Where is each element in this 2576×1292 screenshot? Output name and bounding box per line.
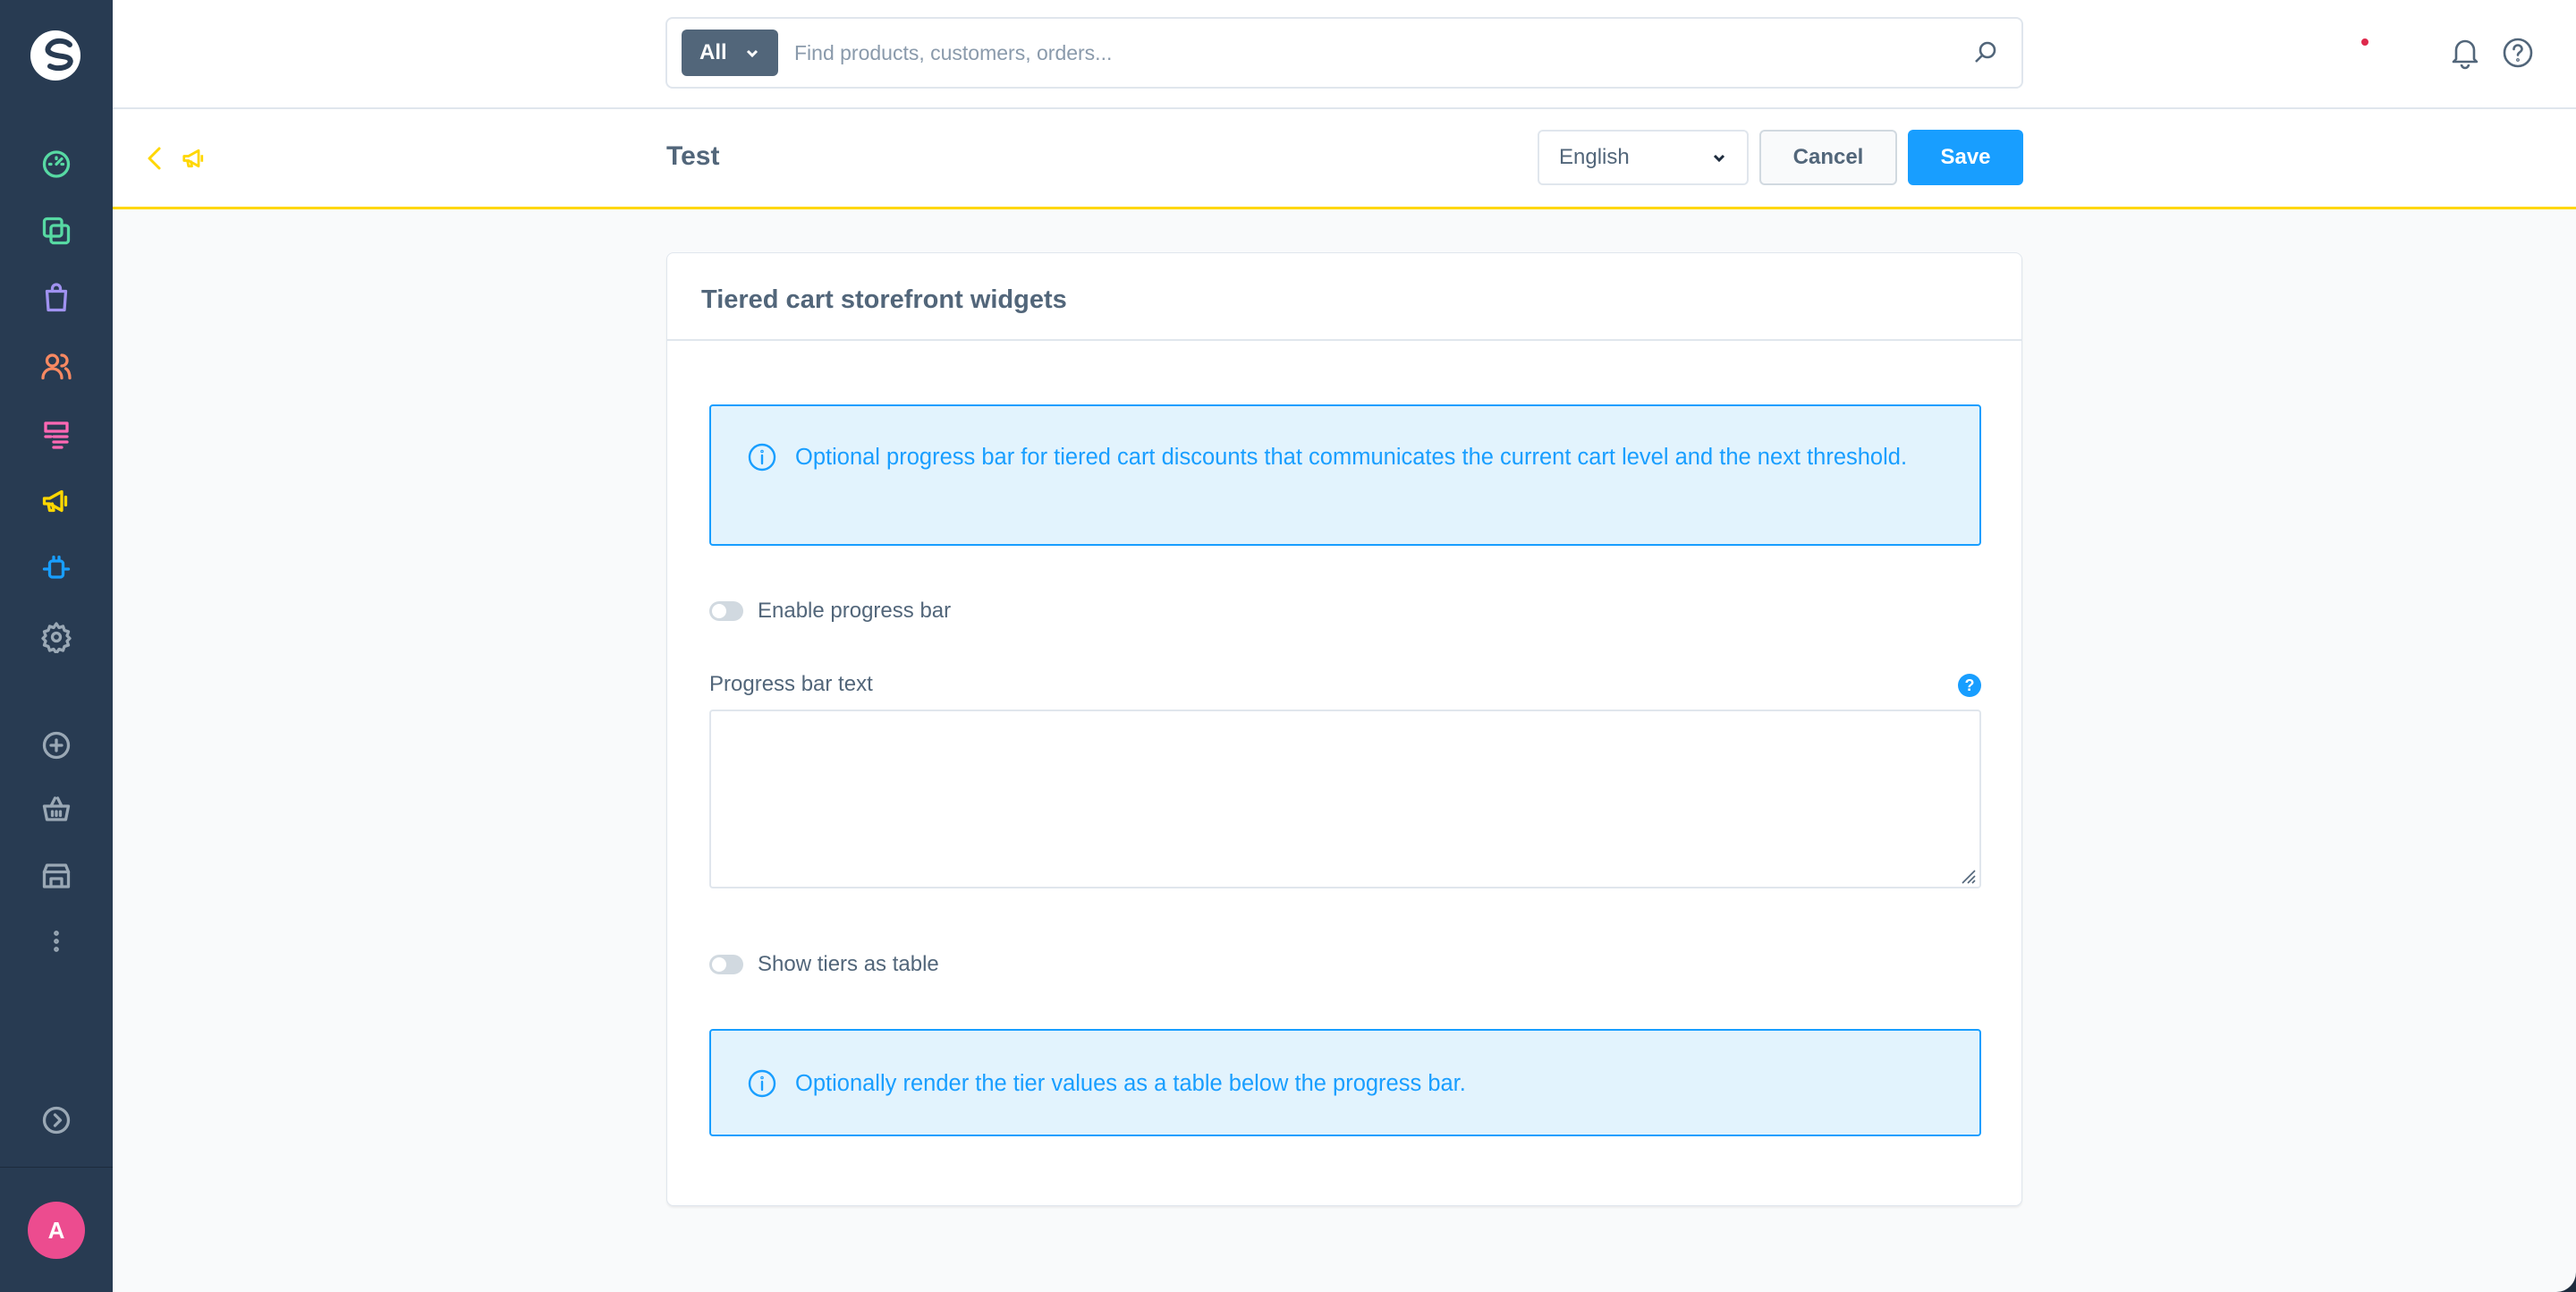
user-avatar[interactable]: A [28, 1202, 85, 1259]
progress-bar-text-label: Progress bar text [709, 672, 873, 696]
show-tiers-table-label: Show tiers as table [758, 952, 939, 976]
search-type-dropdown[interactable]: All [682, 30, 778, 76]
language-switch[interactable]: English [1538, 130, 1749, 185]
catalogue-icon[interactable] [38, 213, 74, 249]
customers-icon[interactable] [38, 348, 74, 384]
app-frame: A All Test English [0, 0, 2576, 1292]
add-sales-channel-icon[interactable] [38, 727, 74, 763]
notification-dot [2360, 37, 2370, 47]
alert-text: Optional progress bar for tiered cart di… [795, 445, 1908, 470]
admin-sidebar: A [0, 0, 113, 1292]
chevron-down-icon [1713, 154, 1725, 163]
dashboard-icon[interactable] [38, 145, 74, 181]
chevron-left-icon[interactable] [141, 145, 168, 172]
search-type-label: All [699, 40, 727, 64]
show-tiers-table-toggle[interactable] [709, 955, 743, 974]
enable-progress-bar-label: Enable progress bar [758, 599, 952, 623]
storefront-icon[interactable] [38, 791, 74, 827]
shopware-logo-icon[interactable] [27, 27, 84, 84]
info-icon [747, 442, 777, 472]
sidebar-divider [0, 1167, 113, 1168]
chevron-right-circle-icon[interactable] [38, 1102, 74, 1138]
help-icon[interactable] [2501, 36, 2535, 70]
marketing-icon [181, 145, 209, 172]
marketing-icon[interactable] [38, 483, 74, 519]
cancel-button[interactable]: Cancel [1759, 130, 1897, 185]
help-tooltip-icon[interactable]: ? [1958, 674, 1981, 697]
save-button[interactable]: Save [1908, 130, 2023, 185]
enable-progress-bar-toggle[interactable] [709, 601, 743, 621]
search-input[interactable] [794, 30, 1957, 76]
global-search: All [665, 17, 2023, 89]
info-alert-tier-table: Optionally render the tier values as a t… [709, 1029, 1981, 1136]
enable-progress-bar-row: Enable progress bar [709, 598, 951, 625]
extensions-icon[interactable] [38, 551, 74, 587]
smart-bar: Test English Cancel Save [113, 109, 2576, 209]
alert-text: Optionally render the tier values as a t… [795, 1071, 1466, 1096]
card-title: Tiered cart storefront widgets [667, 253, 2021, 341]
page-title: Test [666, 141, 720, 171]
language-label: English [1559, 145, 1630, 169]
chevron-down-icon [746, 49, 758, 58]
bell-icon[interactable] [2447, 34, 2483, 70]
orders-icon[interactable] [38, 280, 74, 316]
search-bar-header: All [113, 0, 2576, 109]
settings-icon[interactable] [38, 619, 74, 655]
tiered-cart-widgets-card: Tiered cart storefront widgets Optional … [666, 252, 2022, 1206]
info-alert-progress-bar: Optional progress bar for tiered cart di… [709, 404, 1981, 546]
search-icon[interactable] [1971, 38, 2000, 67]
content-icon[interactable] [38, 416, 74, 452]
info-icon [747, 1068, 777, 1099]
show-tiers-table-row: Show tiers as table [709, 951, 939, 978]
more-icon[interactable] [38, 923, 74, 959]
progress-bar-text-field[interactable] [709, 710, 1981, 888]
resize-handle-icon[interactable] [1957, 865, 1977, 885]
headless-icon[interactable] [38, 858, 74, 894]
